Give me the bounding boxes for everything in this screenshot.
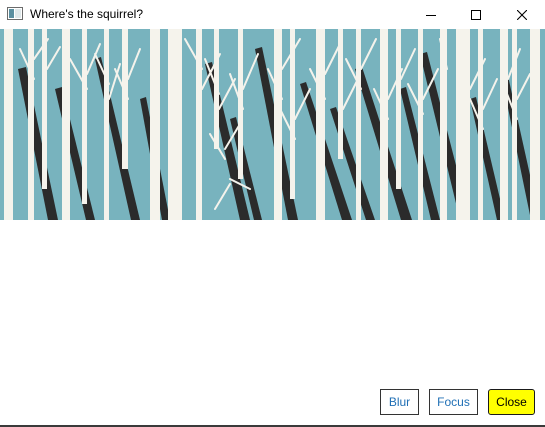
app-window: Where's the squirrel? Blur Focus Close [0, 0, 545, 427]
maximize-icon [471, 9, 481, 20]
blur-button[interactable]: Blur [380, 389, 419, 415]
focus-button[interactable]: Focus [429, 389, 478, 415]
close-icon [517, 9, 527, 20]
window-title: Where's the squirrel? [30, 7, 144, 21]
minimize-button[interactable] [408, 0, 454, 29]
birch-forest-image [0, 29, 545, 220]
title-bar[interactable]: Where's the squirrel? [0, 0, 545, 29]
minimize-icon [426, 14, 436, 16]
maximize-button[interactable] [453, 0, 499, 29]
window-app-icon [7, 7, 23, 20]
close-button[interactable]: Close [488, 389, 535, 415]
window-close-button[interactable] [499, 0, 545, 29]
